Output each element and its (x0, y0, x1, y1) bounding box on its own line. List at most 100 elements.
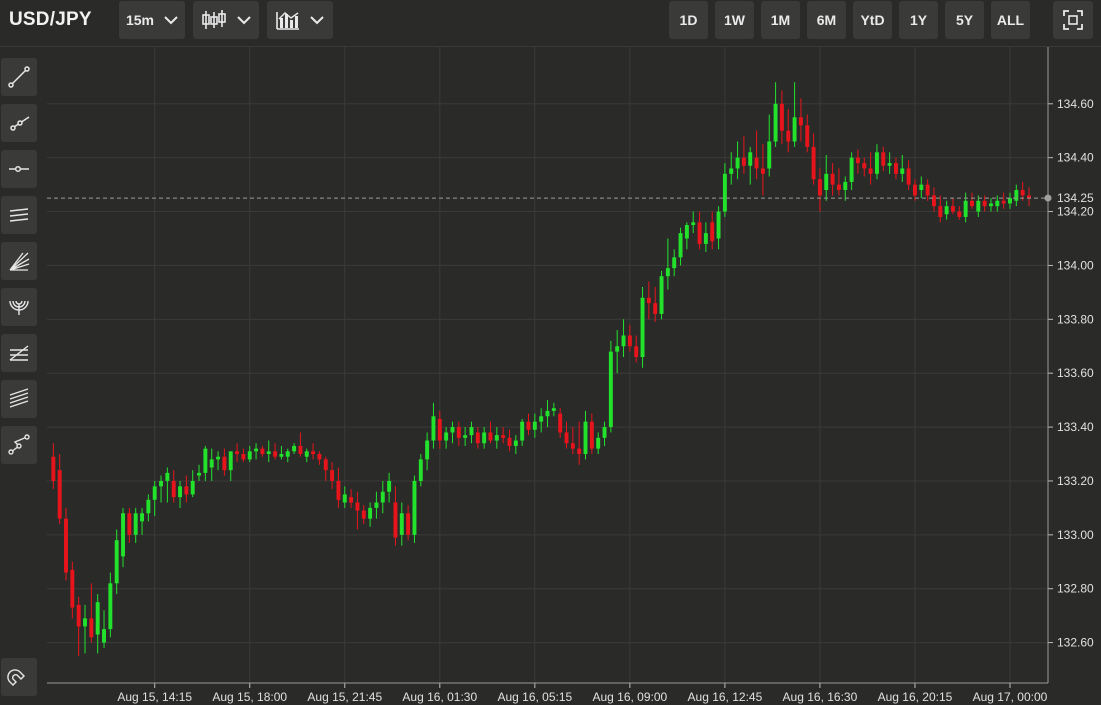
candle-body (989, 203, 993, 207)
candle-body (456, 427, 461, 438)
candle-body (235, 451, 240, 455)
candle-body (779, 103, 784, 131)
candle-body (741, 157, 746, 166)
range-label: 1Y (909, 12, 928, 28)
polyline-tool[interactable] (1, 426, 37, 464)
candle-body (608, 351, 613, 428)
magnet-tool[interactable] (1, 658, 37, 696)
candle-body (285, 451, 290, 457)
candle-body (893, 163, 898, 174)
candle-body (919, 184, 924, 191)
y-tick-label: 134.40 (1057, 151, 1094, 165)
candle-body (944, 206, 949, 215)
range-1y-button[interactable]: 1Y (899, 1, 938, 39)
candle-body (982, 200, 987, 207)
candle-body (412, 480, 417, 535)
candle-body (697, 222, 702, 244)
candle-body (241, 454, 246, 460)
x-tick-label: Aug 16, 20:15 (878, 690, 953, 704)
fib-retracement-tool[interactable] (1, 334, 37, 372)
x-tick-label: Aug 16, 05:15 (497, 690, 572, 704)
y-tick-label: 133.00 (1057, 528, 1094, 542)
candle-body (254, 448, 259, 452)
candle-body (925, 184, 930, 196)
candle-body (165, 472, 170, 481)
range-5y-button[interactable]: 5Y (945, 1, 984, 39)
candle-body (957, 211, 962, 217)
x-tick-label: Aug 16, 01:30 (402, 690, 477, 704)
candle-body (228, 451, 233, 471)
horizontal-ray-tool[interactable] (1, 150, 37, 188)
candle-body (900, 168, 905, 174)
candle-body (868, 168, 873, 174)
range-label: 6M (816, 12, 837, 28)
candle-body (849, 157, 854, 182)
candle-body (374, 502, 379, 508)
candle-body (437, 418, 442, 441)
candle-body (830, 173, 835, 185)
candle-body (596, 437, 601, 449)
candle-body (526, 421, 531, 430)
fib-fan-tool[interactable] (1, 242, 37, 280)
candle-body (488, 432, 493, 441)
time-axis: Aug 15, 14:15 Aug 15, 18:00 Aug 15, 21:45 A… (47, 682, 1048, 704)
range-ytd-button[interactable]: YtD (853, 1, 892, 39)
fullscreen-button[interactable] (1053, 1, 1093, 39)
range-1w-button[interactable]: 1W (715, 1, 754, 39)
x-tick-label: Aug 16, 16:30 (783, 690, 858, 704)
candle-body (570, 443, 575, 449)
magnet-icon (7, 669, 25, 686)
candle-body (494, 435, 499, 441)
indicators-dropdown[interactable] (267, 1, 333, 39)
candle-body (266, 451, 271, 455)
candle-body (330, 470, 335, 481)
candle-body (298, 445, 303, 455)
candle-body (349, 497, 354, 503)
ray-icon (10, 116, 30, 131)
range-all-button[interactable]: ALL (991, 1, 1030, 39)
y-tick-label: 133.60 (1057, 366, 1094, 380)
candle-body (95, 602, 100, 635)
candle-body (653, 303, 658, 314)
chevron-down-icon (164, 16, 178, 25)
candle (640, 286, 645, 368)
candle (64, 507, 68, 581)
candle-body (659, 276, 664, 314)
chart-type-dropdown[interactable] (193, 1, 259, 39)
fib-fan-icon (9, 252, 30, 271)
y-tick-label: 133.20 (1057, 474, 1094, 488)
candle-body (716, 211, 721, 239)
candle-body (355, 502, 360, 511)
chart-toolbar: USD/JPY 15m 1D 1W 1M 6M YtD 1Y 5Y ALL (0, 0, 1101, 47)
range-6m-button[interactable]: 6M (807, 1, 846, 39)
candle-body (843, 181, 848, 191)
candle-body (805, 125, 810, 147)
candle-body (108, 583, 113, 630)
candle-body (729, 168, 734, 174)
range-1m-button[interactable]: 1M (761, 1, 800, 39)
interval-dropdown[interactable]: 15m (119, 1, 185, 39)
candle-body (855, 157, 860, 164)
ray-tool[interactable] (1, 104, 37, 142)
trend-line-tool[interactable] (1, 58, 37, 96)
candle-body (406, 513, 411, 535)
candle-body (323, 459, 328, 471)
candle-body (722, 173, 727, 212)
candle-body (602, 427, 607, 438)
candle-body (469, 427, 474, 436)
candle-body (342, 494, 347, 503)
fib-arcs-tool[interactable] (1, 288, 37, 326)
candle-body (425, 440, 430, 460)
candle-body (247, 451, 252, 460)
price-chart[interactable]: 134.60 134.40 134.20 134.00 133.80 133.60 133.… (0, 0, 1101, 705)
candle-body (564, 432, 569, 444)
y-tick-label: 132.60 (1057, 636, 1094, 650)
y-tick-label: 134.20 (1057, 205, 1094, 219)
parallel-channel-tool[interactable] (1, 196, 37, 234)
pitchfork-tool[interactable] (1, 380, 37, 418)
candle-body (380, 491, 385, 503)
candle-body (1020, 190, 1025, 196)
candle-body (368, 507, 373, 519)
range-1d-button[interactable]: 1D (669, 1, 708, 39)
candle-body (938, 206, 943, 217)
